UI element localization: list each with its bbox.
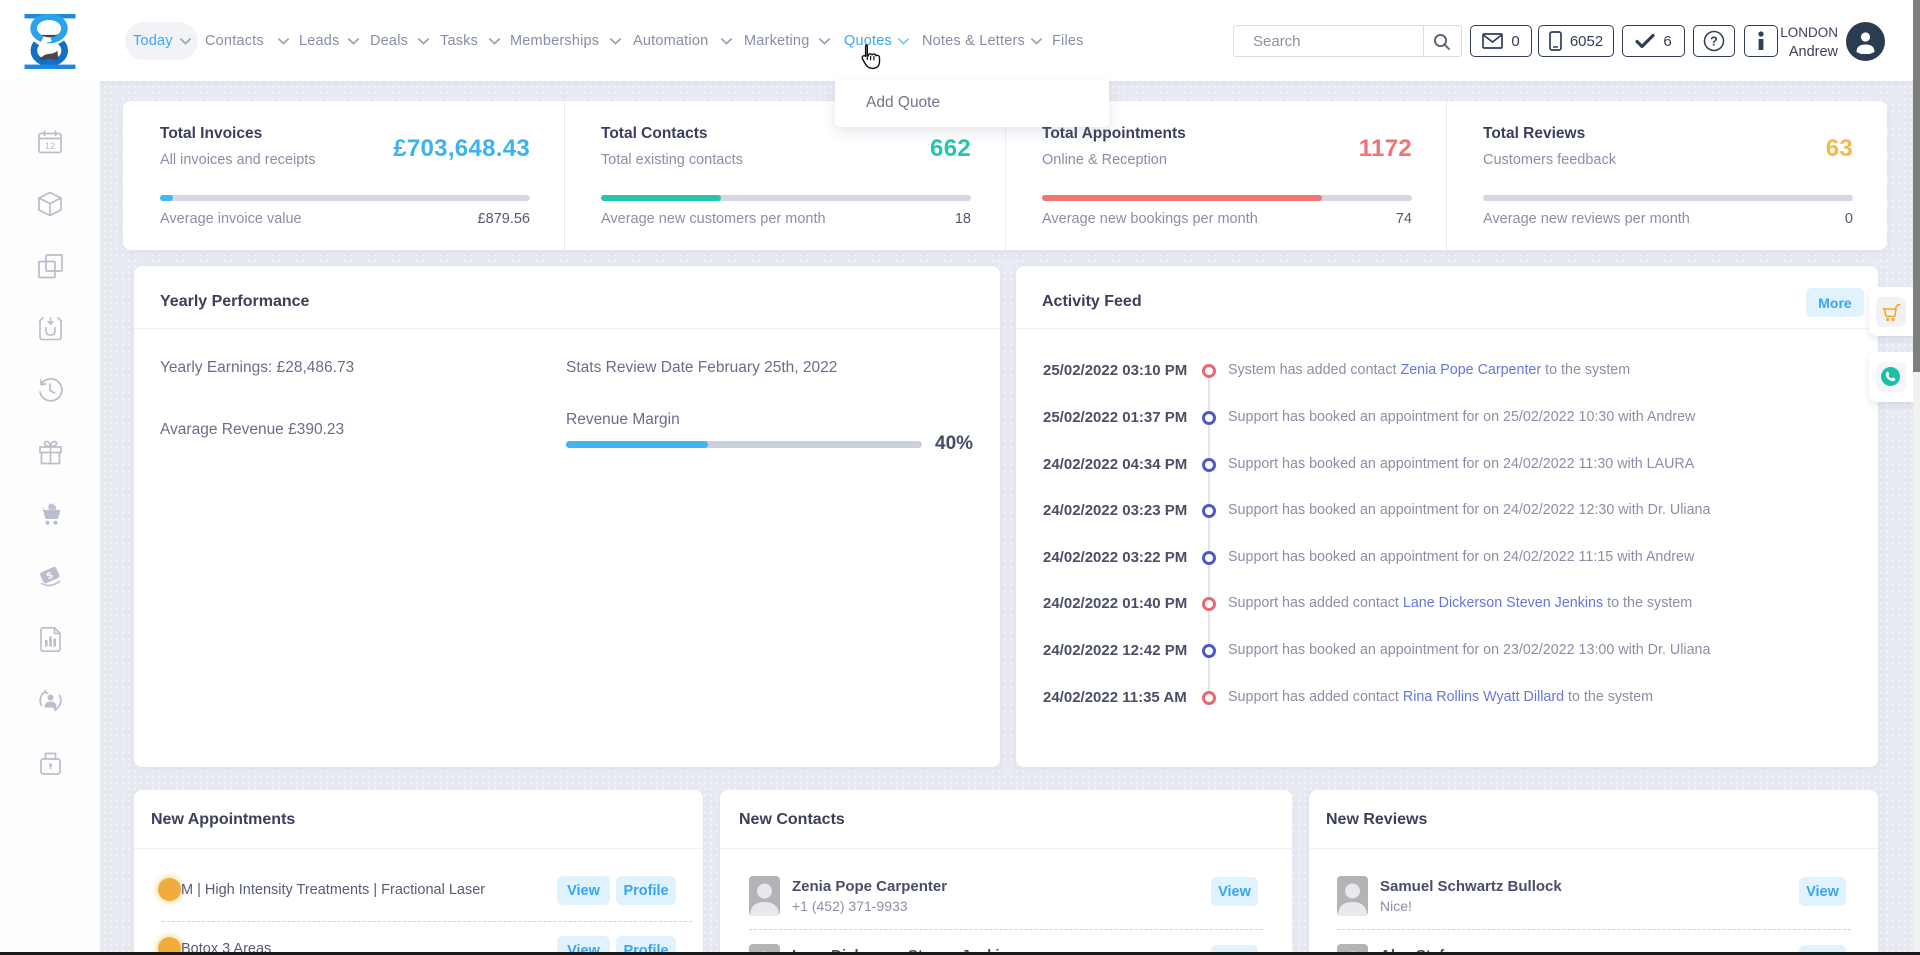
svg-text:12: 12 (45, 141, 56, 152)
